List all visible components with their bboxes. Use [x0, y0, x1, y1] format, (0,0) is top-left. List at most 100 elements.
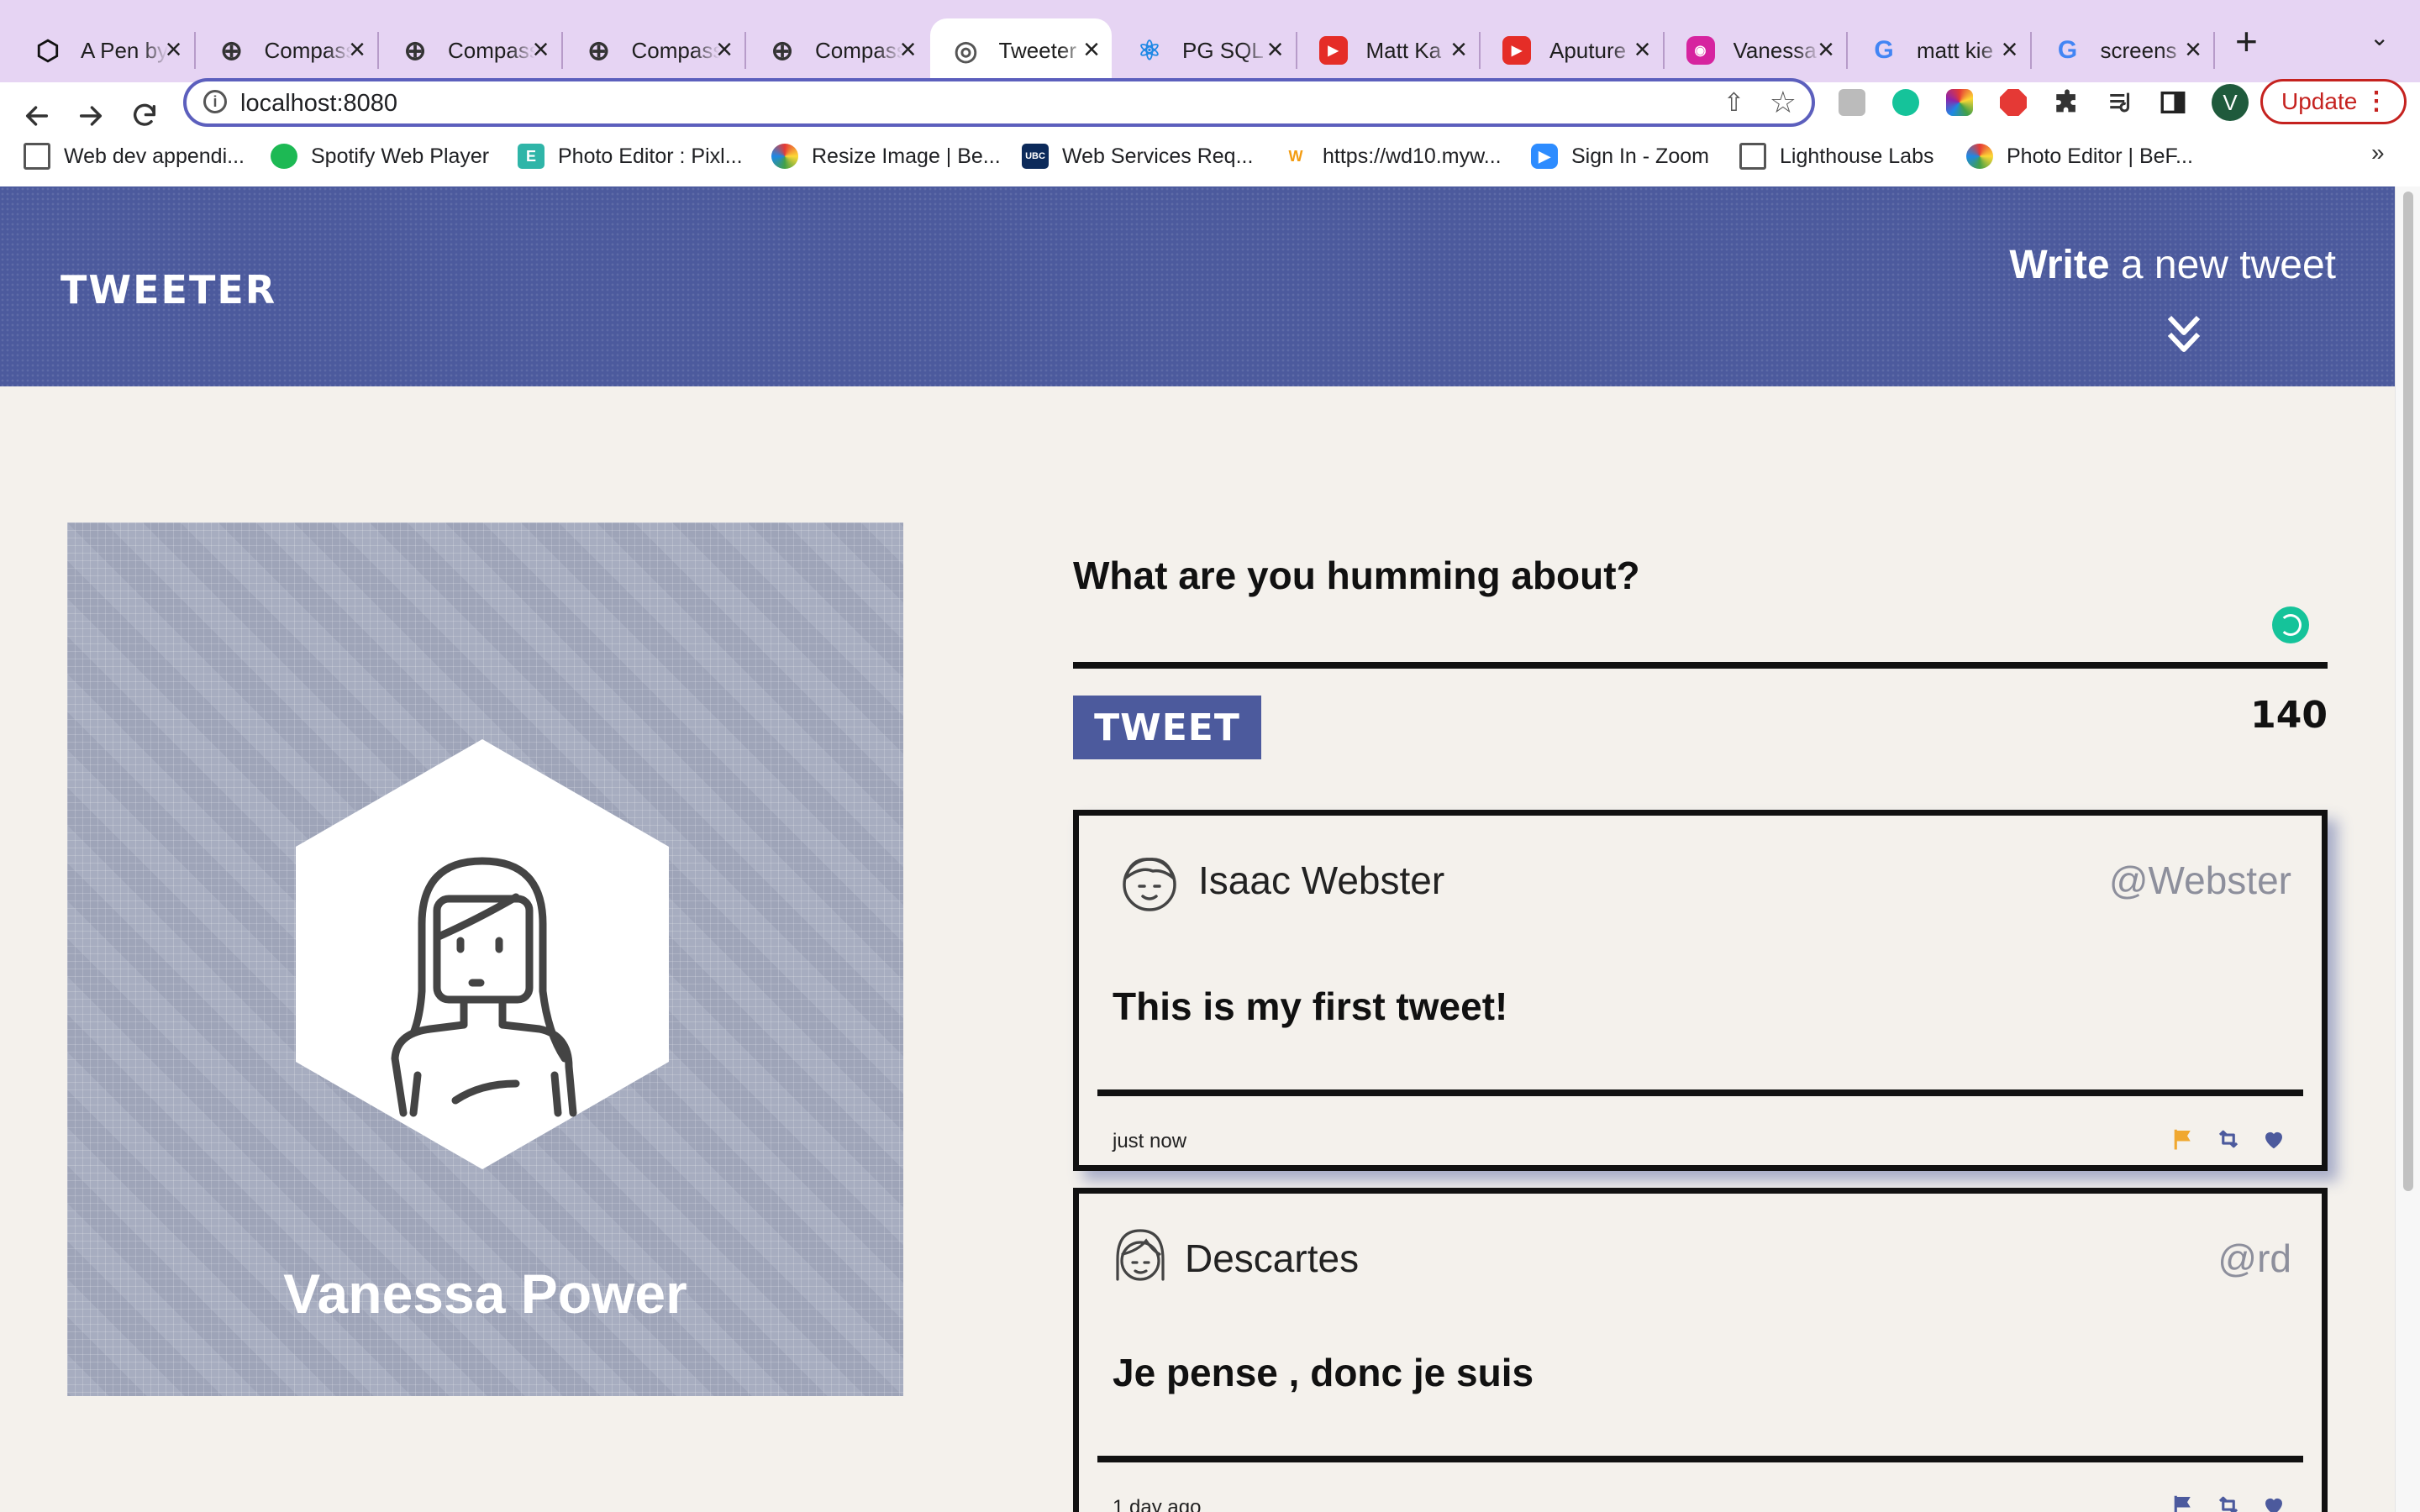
browser-tab[interactable]: ▶ Matt Ka ×: [1297, 18, 1481, 82]
folder-icon: [24, 144, 50, 169]
bookmark-label: Web dev appendi...: [64, 144, 245, 168]
browser-tab[interactable]: ⊕ Compass ×: [196, 18, 379, 82]
bookmark-item[interactable]: Web dev appendi...: [24, 144, 245, 169]
close-tab-icon[interactable]: ×: [2002, 35, 2018, 64]
compass-icon: ⊕: [220, 35, 243, 66]
browser-tab-title: Aputure: [1549, 37, 1627, 63]
browser-tab[interactable]: Gmatt kie ×: [1848, 18, 2032, 82]
bookmark-item[interactable]: Photo Editor | BeF...: [1966, 144, 2193, 169]
tweet-author-name: Isaac Webster: [1198, 858, 1445, 902]
browser-tab[interactable]: ⚛ PG SQL ×: [1113, 18, 1297, 82]
spotify-icon: [271, 144, 297, 169]
bookmark-label: Lighthouse Labs: [1780, 144, 1934, 168]
double-chevron-down-icon[interactable]: [2163, 311, 2205, 358]
grammarly-extension-icon[interactable]: [1889, 86, 1923, 119]
close-tab-icon[interactable]: ×: [533, 35, 550, 64]
site-info-icon[interactable]: i: [203, 90, 227, 113]
user-avatar-boy-icon: [1123, 858, 1176, 911]
folder-icon: [1739, 144, 1766, 169]
extension-k-icon[interactable]: [1835, 86, 1869, 119]
pixlr-icon: E: [518, 144, 544, 169]
media-controls-icon[interactable]: [2104, 86, 2138, 119]
bookmark-label: Sign In - Zoom: [1571, 144, 1709, 168]
close-tab-icon[interactable]: ×: [1450, 35, 1467, 64]
google-icon: G: [1874, 36, 1894, 64]
compass-icon: ⊕: [771, 35, 794, 66]
close-tab-icon[interactable]: ×: [1818, 35, 1834, 64]
close-tab-icon[interactable]: ×: [1083, 35, 1100, 64]
browser-tab[interactable]: ⊕ Compass ×: [379, 18, 563, 82]
close-tab-icon[interactable]: ×: [349, 35, 366, 64]
browser-tab[interactable]: ⬡ A Pen by ×: [12, 18, 196, 82]
bookmark-item[interactable]: E Photo Editor : Pixl...: [518, 144, 743, 169]
bookmark-item[interactable]: Spotify Web Player: [271, 144, 489, 169]
bookmark-label: Spotify Web Player: [311, 144, 490, 168]
browser-tab[interactable]: ⊕ Compass ×: [746, 18, 929, 82]
globe-icon: ◎: [954, 35, 978, 66]
bookmarks-overflow-icon[interactable]: »: [2371, 139, 2385, 166]
browser-tab[interactable]: ◎ Tweeter ×: [929, 18, 1112, 82]
bookmark-item[interactable]: Lighthouse Labs: [1739, 144, 1933, 169]
update-button[interactable]: Update ⋮: [2260, 79, 2407, 124]
grammarly-icon[interactable]: [2272, 606, 2309, 643]
befunky-icon: [771, 144, 798, 169]
compose-textarea[interactable]: What are you humming about?: [1073, 553, 1640, 598]
adblock-extension-icon[interactable]: [1996, 86, 2030, 119]
write-new-tweet-link[interactable]: Write a new tweet: [2009, 242, 2336, 288]
site-header: TWEETER Write a new tweet: [0, 186, 2395, 386]
profile-avatar-button[interactable]: V: [2212, 84, 2249, 121]
reload-button[interactable]: [119, 91, 170, 141]
browser-tab-title: matt kie: [1917, 37, 1994, 63]
tweet-button[interactable]: TWEET: [1073, 696, 1261, 759]
share-icon[interactable]: ⇧: [1723, 88, 1744, 118]
tweet-card: Descartes @rd Je pense , donc je suis 1 …: [1073, 1188, 2328, 1512]
new-tab-button[interactable]: +: [2235, 20, 2258, 62]
tweet-divider: [1097, 1456, 2303, 1462]
close-tab-icon[interactable]: ×: [1267, 35, 1284, 64]
retweet-icon[interactable]: [2216, 1126, 2241, 1152]
address-bar[interactable]: i localhost:8080 ⇧ ☆: [183, 78, 1815, 127]
browser-tab[interactable]: ▶ Aputure ×: [1481, 18, 1665, 82]
browser-tab[interactable]: ◉ Vanessa ×: [1665, 18, 1848, 82]
reload-icon: [133, 103, 156, 126]
browser-tab[interactable]: ⊕ Compass ×: [563, 18, 746, 82]
extensions-puzzle-icon[interactable]: [2050, 86, 2084, 119]
user-avatar-girl-icon: [1116, 1229, 1165, 1281]
heart-icon[interactable]: [2261, 1493, 2286, 1512]
close-tab-icon[interactable]: ×: [2185, 35, 2202, 64]
address-url[interactable]: localhost:8080: [240, 90, 397, 118]
browser-tab-title: Vanessa: [1733, 37, 1817, 63]
close-tab-icon[interactable]: ×: [166, 35, 182, 64]
close-tab-icon[interactable]: ×: [716, 35, 733, 64]
tab-separator: [2213, 32, 2215, 69]
flag-icon[interactable]: [2170, 1493, 2196, 1512]
scrollbar-thumb[interactable]: [2403, 192, 2413, 1191]
page-scrollbar[interactable]: [2395, 186, 2420, 1512]
retweet-icon[interactable]: [2216, 1493, 2241, 1512]
back-button[interactable]: [12, 91, 62, 141]
more-menu-icon: ⋮: [2364, 87, 2389, 115]
brand-logo[interactable]: TWEETER: [60, 267, 276, 312]
bookmark-item[interactable]: Resize Image | Be...: [771, 144, 1001, 169]
color-picker-extension-icon[interactable]: [1943, 86, 1976, 119]
close-tab-icon[interactable]: ×: [1634, 35, 1651, 64]
close-tab-icon[interactable]: ×: [900, 35, 917, 64]
bookmark-item[interactable]: ▶ Sign In - Zoom: [1531, 144, 1709, 169]
forward-button[interactable]: [66, 91, 116, 141]
bookmark-item[interactable]: UBC Web Services Req...: [1022, 144, 1253, 169]
flag-icon[interactable]: [2170, 1126, 2196, 1152]
browser-tab-title: Compass: [264, 37, 352, 63]
profile-name: Vanessa Power: [283, 1263, 687, 1325]
bookmark-item[interactable]: Whttps://wd10.myw...: [1282, 144, 1502, 169]
tab-search-chevron-icon[interactable]: ⌄: [2370, 24, 2389, 51]
tweet-author-handle: @rd: [2217, 1236, 2291, 1280]
browser-tab[interactable]: Gscreens ×: [2032, 18, 2215, 82]
profile-avatar: [296, 739, 669, 1169]
tweet-timestamp: just now: [1113, 1130, 1187, 1152]
bookmark-label: Web Services Req...: [1062, 144, 1254, 168]
compass-icon: ⊕: [587, 35, 610, 66]
bookmark-star-icon[interactable]: ☆: [1770, 85, 1797, 120]
arrow-right-icon: [79, 106, 103, 126]
heart-icon[interactable]: [2261, 1126, 2286, 1152]
side-panel-icon[interactable]: [2156, 86, 2190, 119]
